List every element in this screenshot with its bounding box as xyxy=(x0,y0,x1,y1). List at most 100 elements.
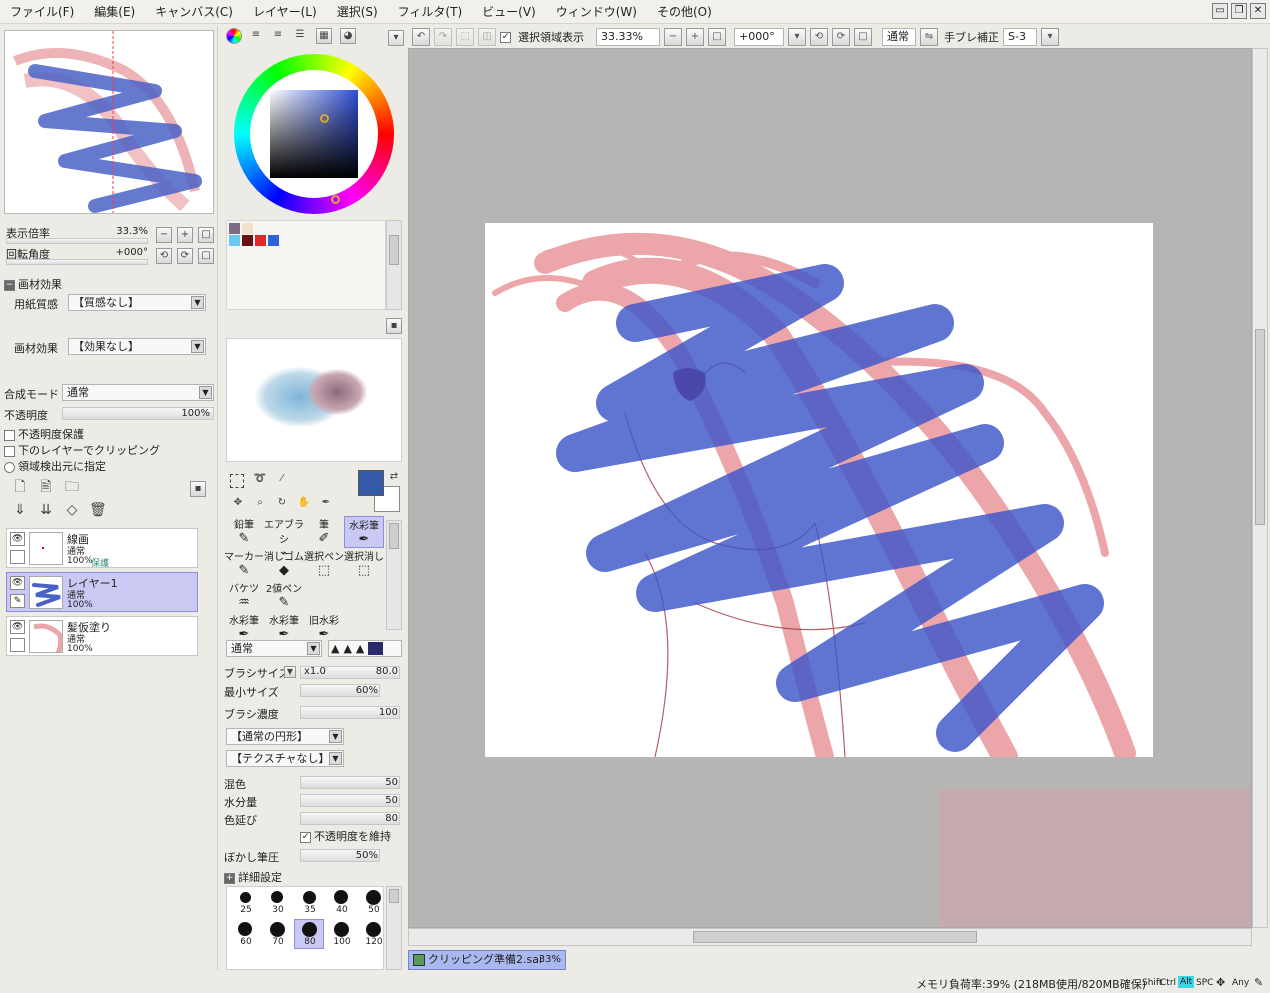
brush-size-dot[interactable] xyxy=(238,922,252,936)
nav-rotate-left-icon[interactable]: ⟲ xyxy=(156,248,172,264)
hsv-slider-tab-icon[interactable]: ≡ xyxy=(270,28,286,44)
swatch-scrollbar[interactable] xyxy=(386,220,402,310)
canvas-paper[interactable] xyxy=(485,223,1153,757)
selection-source-radio[interactable] xyxy=(4,461,15,473)
zoom-in-icon[interactable]: + xyxy=(686,28,704,46)
nav-zoom-in-icon[interactable]: + xyxy=(177,227,193,243)
advanced-settings-toggle[interactable]: + 詳細設定 xyxy=(224,869,282,885)
brush-size-dot[interactable] xyxy=(365,921,381,937)
protect-opacity-checkbox[interactable] xyxy=(4,429,15,441)
swatch-5[interactable] xyxy=(268,235,279,246)
tool-8[interactable]: バケツ ♒ xyxy=(224,580,264,612)
rotation-field[interactable]: +000° xyxy=(734,28,784,46)
flip-icon[interactable]: ⇋ xyxy=(920,28,938,46)
swatch-4[interactable] xyxy=(255,235,266,246)
keep-opacity-checkbox[interactable]: ✓ xyxy=(300,831,311,843)
angle-slider[interactable] xyxy=(6,259,148,265)
color-wheel-tab-icon[interactable] xyxy=(226,28,242,44)
redo-icon[interactable]: ↷ xyxy=(434,28,452,46)
tool-5[interactable]: 消しゴム ◆ xyxy=(264,548,304,580)
brush-shape-dropdown[interactable]: 【通常の円形】 ▼ xyxy=(226,728,344,745)
layer-row-layer1[interactable]: 👁 ✎ レイヤー1 通常 100% xyxy=(6,572,198,612)
rect-select-icon[interactable] xyxy=(230,474,244,488)
menu-filter[interactable]: フィルタ(T) xyxy=(388,0,472,24)
nav-rotate-right-icon[interactable]: ⟳ xyxy=(177,248,193,264)
brush-edge-selector[interactable]: ▲▲▲■ xyxy=(328,640,402,657)
nav-zoom-reset-icon[interactable]: □ xyxy=(198,227,214,243)
swatch-3[interactable] xyxy=(242,235,253,246)
menu-other[interactable]: その他(O) xyxy=(647,0,722,24)
saturation-value-square[interactable] xyxy=(270,90,358,178)
undo-icon[interactable]: ↶ xyxy=(412,28,430,46)
rotate-left-icon[interactable]: ⟲ xyxy=(810,28,828,46)
layer-edit-toggle[interactable] xyxy=(10,638,25,652)
color-wheel[interactable] xyxy=(234,54,394,214)
magic-wand-icon[interactable]: ⁄ xyxy=(274,472,290,488)
tool-1[interactable]: エアブラシ ⌁ xyxy=(264,516,304,561)
menu-edit[interactable]: 編集(E) xyxy=(84,0,145,24)
tool-4[interactable]: マーカー ✎ xyxy=(224,548,264,580)
brush-active-icon[interactable]: ✎ xyxy=(10,594,25,608)
menu-view[interactable]: ビュー(V) xyxy=(472,0,546,24)
clip-lower-option[interactable]: 下のレイヤーでクリッピング xyxy=(4,442,160,458)
rotate-right-icon[interactable]: ⟳ xyxy=(832,28,850,46)
swatch-1[interactable] xyxy=(242,223,253,234)
merge-down-icon[interactable]: ⇊ xyxy=(38,503,54,519)
brush-size-dot[interactable] xyxy=(301,921,317,937)
clip-lower-checkbox[interactable] xyxy=(4,445,15,457)
brush-size-dot[interactable] xyxy=(334,890,348,904)
canvas-horizontal-scrollbar[interactable] xyxy=(408,928,1252,946)
paper-texture-dropdown[interactable]: 【質感なし】 ▼ xyxy=(68,294,206,311)
move-icon[interactable]: ✥ xyxy=(230,496,246,512)
tool-0[interactable]: 鉛筆 ✎ xyxy=(224,516,264,548)
protect-opacity-option[interactable]: 不透明度保護 xyxy=(4,426,84,442)
new-folder-icon[interactable]: 🗀 xyxy=(64,480,80,496)
brush-size-dot[interactable] xyxy=(365,889,381,905)
zoom-slider[interactable] xyxy=(6,238,148,244)
zoom-out-icon[interactable]: − xyxy=(664,28,682,46)
swatch-tab-icon[interactable]: ▦ xyxy=(316,28,332,44)
brush-size-dot[interactable] xyxy=(239,891,251,903)
material-effect-dropdown[interactable]: 【効果なし】 ▼ xyxy=(68,338,206,355)
eye-icon[interactable]: 👁 xyxy=(10,532,25,546)
delete-layer-icon[interactable]: 🗑 xyxy=(89,503,107,519)
menu-file[interactable]: ファイル(F) xyxy=(0,0,84,24)
tool-9[interactable]: 2値ペン ✎ xyxy=(264,580,304,612)
hand-icon[interactable]: ✋ xyxy=(296,496,312,512)
sv-picker-handle[interactable] xyxy=(320,114,329,123)
new-linework-layer-icon[interactable]: 🖹 xyxy=(38,480,54,496)
rotation-dropdown-icon[interactable]: ▾ xyxy=(788,28,806,46)
layer-blend-dropdown[interactable]: 通常 ▼ xyxy=(62,384,214,401)
swatch-2[interactable] xyxy=(229,235,240,246)
eyedropper-icon[interactable]: ✒ xyxy=(318,496,334,512)
swap-colors-icon[interactable]: ⇄ xyxy=(386,470,402,486)
brush-mode-dropdown[interactable]: 通常 ▼ xyxy=(226,640,322,657)
brush-size-mult-dropdown[interactable]: ▼ xyxy=(284,666,296,678)
deselect-icon[interactable]: ⬚ xyxy=(456,28,474,46)
brush-size-dot[interactable] xyxy=(271,891,283,903)
document-tab[interactable]: クリッピング準備2.sai 33% xyxy=(408,950,566,970)
brush-size-dot[interactable] xyxy=(302,890,316,904)
close-button[interactable]: ✕ xyxy=(1250,3,1266,19)
layer-row-hair[interactable]: 👁 髪仮塗り 通常 100% xyxy=(6,616,198,656)
tool-2[interactable]: 筆 ✐ xyxy=(304,516,344,548)
lasso-icon[interactable]: ➰ xyxy=(252,472,268,488)
tool-7[interactable]: 選択消し ⬚ xyxy=(344,548,384,580)
material-header[interactable]: − 画材効果 xyxy=(4,276,62,292)
tool-3[interactable]: 水彩筆 ✒ xyxy=(344,516,384,548)
canvas-vertical-scrollbar[interactable] xyxy=(1252,48,1268,928)
menu-select[interactable]: 選択(S) xyxy=(327,0,388,24)
keep-opacity-option[interactable]: ✓ 不透明度を維持 xyxy=(300,828,391,844)
stabilizer-field[interactable]: S-3 xyxy=(1003,28,1037,46)
menu-canvas[interactable]: キャンバス(C) xyxy=(145,0,243,24)
layer-edit-toggle[interactable] xyxy=(10,550,25,564)
size-presets-scrollbar[interactable] xyxy=(386,886,402,970)
stabilizer-dropdown-icon[interactable]: ▾ xyxy=(1041,28,1059,46)
tool-6[interactable]: 選択ペン ⬚ xyxy=(304,548,344,580)
invert-selection-icon[interactable]: ◫ xyxy=(478,28,496,46)
zoom-icon[interactable]: ⌕ xyxy=(252,496,268,512)
scratchpad-clear-icon[interactable]: ▪ xyxy=(386,318,402,334)
rotate-icon[interactable]: ↻ xyxy=(274,496,290,512)
minimize-button[interactable]: ▭ xyxy=(1212,3,1228,19)
zoom-field[interactable]: 33.33% xyxy=(596,28,660,46)
